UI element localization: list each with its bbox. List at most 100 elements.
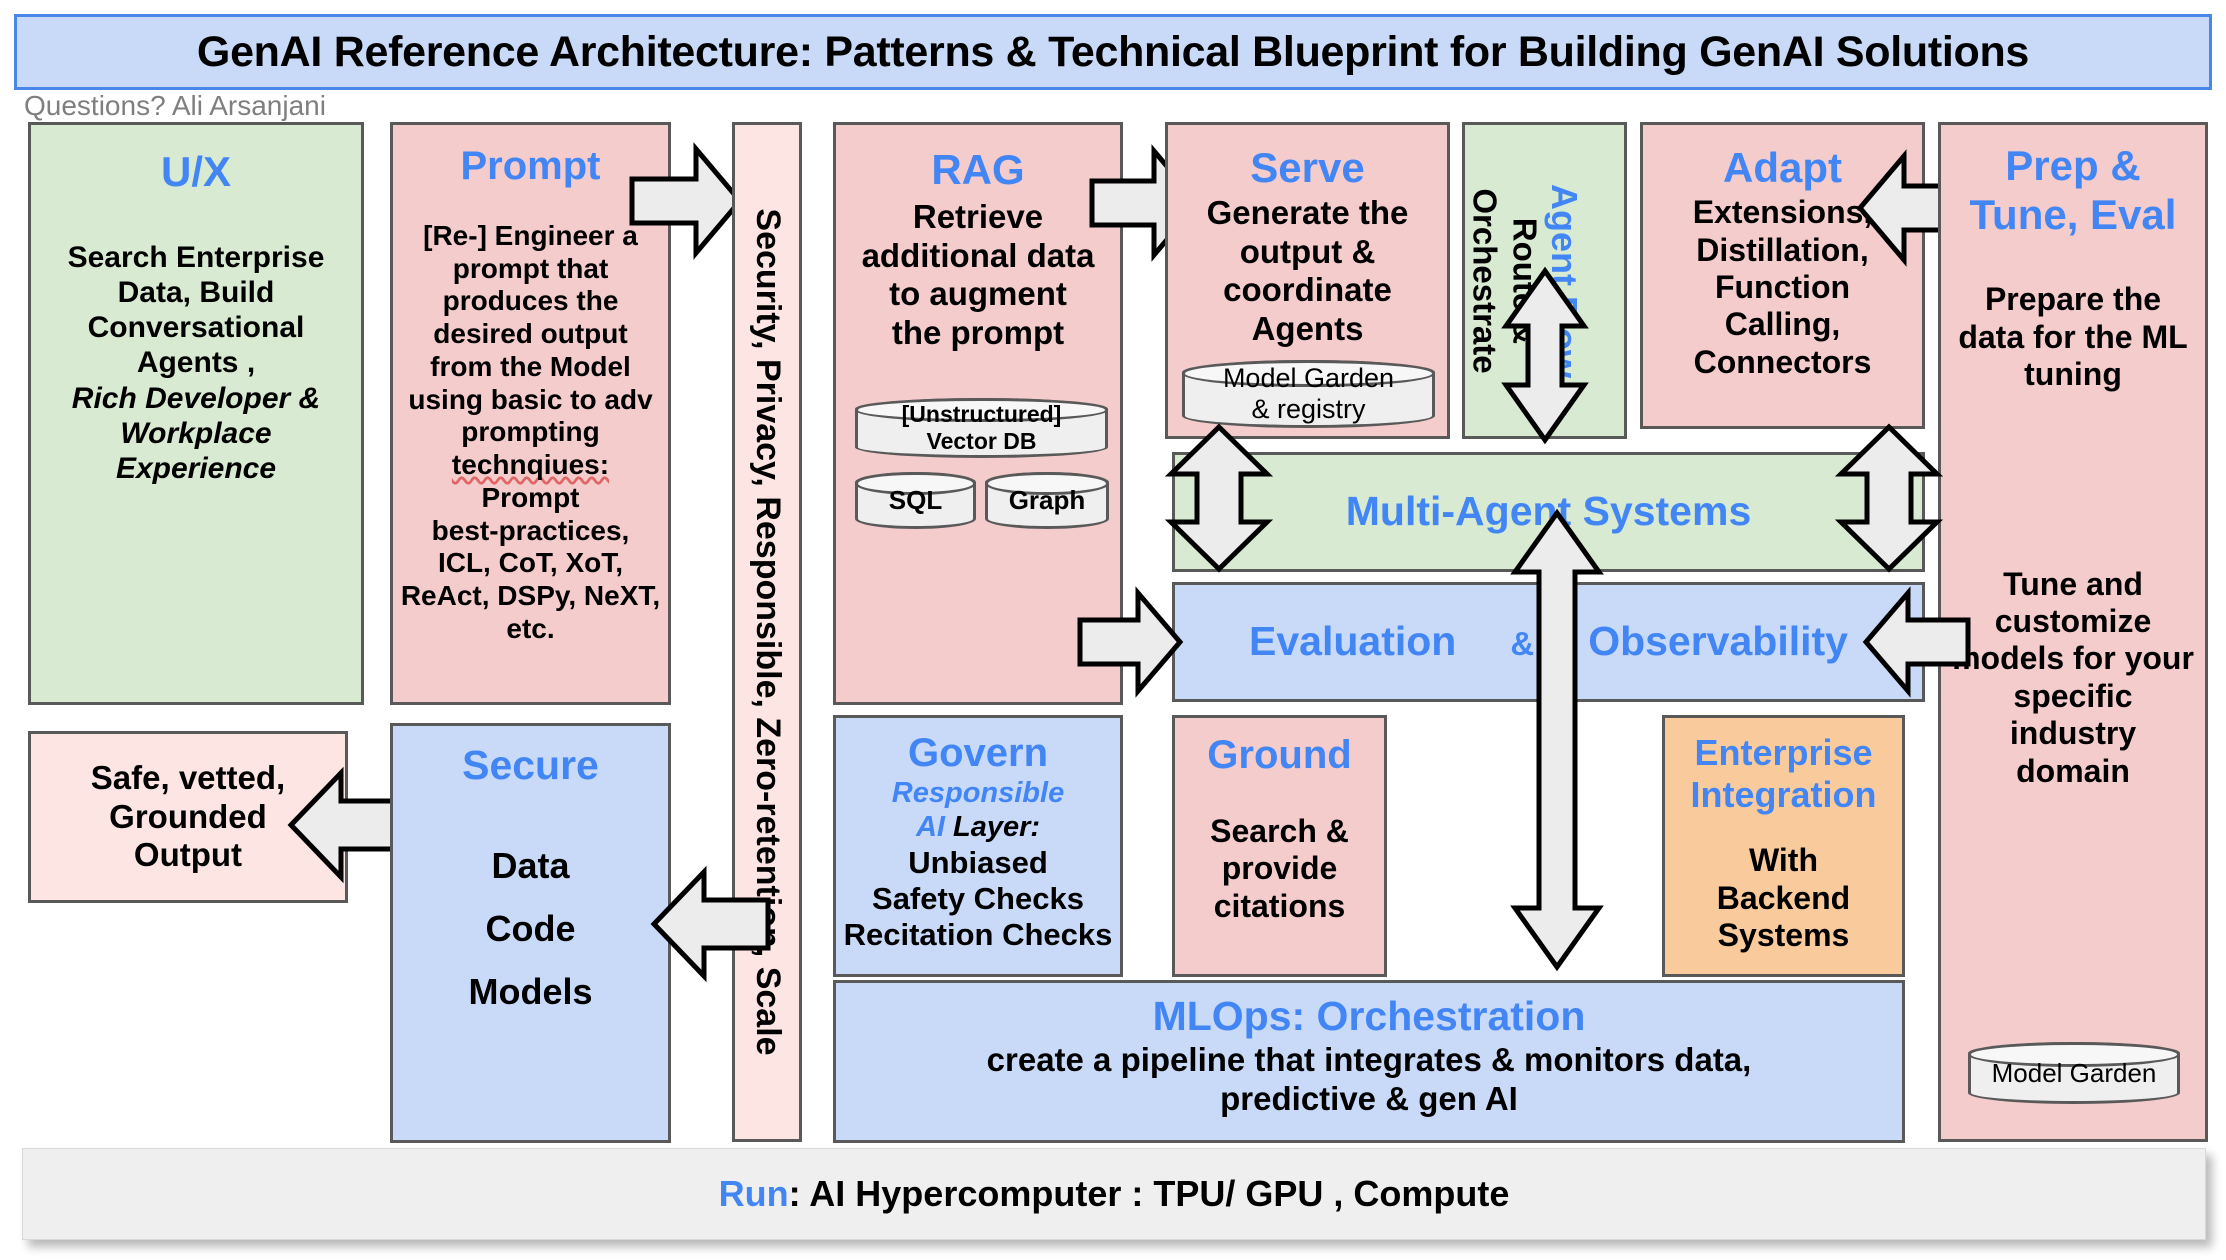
panel-adapt-body: Extensions, Distillation, Function Calli…: [1693, 194, 1873, 381]
db-model-garden-label: Model Garden: [1991, 1057, 2157, 1088]
safe-line-2: Grounded: [109, 797, 267, 835]
arrow-rag-to-evaluation: [1077, 586, 1184, 698]
panel-secure-heading: Secure: [462, 742, 599, 788]
panel-run: Run : AI Hypercomputer : TPU/ GPU , Comp…: [22, 1148, 2206, 1240]
ux-line-4: Agents ,: [136, 346, 256, 380]
prompt-line-12: ReAct, DSPy, NeXT,: [400, 580, 661, 612]
ux-line-3: Conversational: [87, 311, 305, 345]
prep-heading-line-2: Tune, Eval: [1969, 191, 2177, 239]
ground-line-3: citations: [1213, 887, 1346, 924]
prompt-line-6: using basic to adv: [408, 383, 653, 415]
rag-line-3: to augment: [889, 275, 1067, 313]
serve-line-1: Generate the: [1206, 194, 1409, 232]
mlops-line-1: create a pipeline that integrates & moni…: [986, 1040, 1752, 1078]
prompt-line-11: ICL, CoT, XoT,: [437, 547, 624, 579]
panel-mlops-heading: MLOps: Orchestration: [1152, 993, 1586, 1039]
panel-prep-heading: Prep & Tune, Eval: [1970, 141, 2177, 239]
govern-sub-line-1: Responsible: [891, 776, 1065, 809]
run-accent-label: Run: [718, 1173, 789, 1214]
prompt-line-5: from the Model: [430, 350, 631, 382]
prep-line-7: specific: [2013, 677, 2133, 714]
ground-line-1: Search &: [1210, 812, 1349, 849]
adapt-line-5: Connectors: [1693, 343, 1872, 380]
panel-ground-heading: Ground: [1207, 733, 1352, 777]
page-title: GenAI Reference Architecture: Patterns &…: [14, 14, 2212, 90]
panel-security: Security, Privacy, Responsible, Zero-ret…: [732, 122, 802, 1142]
panel-prep-body-bottom: Tune and customize models for your speci…: [1952, 566, 2194, 791]
panel-govern-heading: Govern: [907, 731, 1049, 775]
secure-line-1: Data: [491, 844, 570, 886]
db-vector-line-2: Vector DB: [926, 428, 1037, 454]
govern-line-3: Recitation Checks: [843, 917, 1113, 953]
panel-ground: Ground Search & provide citations: [1172, 715, 1387, 977]
panel-serve-body: Generate the output & coordinate Agents: [1207, 194, 1409, 348]
panel-safe-output-body: Safe, vetted, Grounded Output: [91, 759, 285, 875]
db-model-garden-registry-label: Model Garden & registry: [1217, 363, 1400, 425]
prep-line-8: industry: [2009, 715, 2137, 752]
panel-secure-body: Data Code Models: [468, 834, 592, 1023]
db-mg-line-2: & registry: [1251, 394, 1366, 424]
db-graph-label: Graph: [1008, 485, 1086, 515]
diagram-canvas: GenAI Reference Architecture: Patterns &…: [0, 0, 2226, 1260]
db-vector: [Unstructured] Vector DB: [855, 398, 1108, 458]
prep-line-5: customize: [1994, 603, 2152, 639]
panel-enterprise-body: With Backend Systems: [1717, 842, 1850, 954]
prep-line-9: domain: [2016, 752, 2130, 789]
ux-line-5: Rich Developer &: [71, 381, 321, 415]
adapt-line-1: Extensions,: [1692, 194, 1873, 231]
arrow-security-to-secure: [650, 865, 771, 983]
arrow-prep-to-observability: [1862, 586, 1971, 698]
serve-line-2: output &: [1239, 232, 1376, 270]
govern-sub-ai: AI: [915, 810, 945, 843]
prep-line-3: tuning: [2024, 356, 2122, 393]
byline: Questions? Ali Arsanjani: [24, 90, 326, 121]
panel-ux: U/X Search Enterprise Data, Build Conver…: [28, 122, 364, 705]
panel-rag-heading: RAG: [931, 146, 1025, 193]
panel-rag-body: Retrieve additional data to augment the …: [862, 198, 1095, 352]
safe-line-3: Output: [133, 836, 243, 874]
observability-label: Observability: [1588, 618, 1848, 665]
prompt-line-13: etc.: [506, 612, 555, 644]
panel-govern-body: Unbiased Safety Checks Recitation Checks: [844, 845, 1113, 954]
prompt-line-4: desired output: [433, 318, 628, 350]
db-sql-label: SQL: [888, 485, 943, 515]
panel-serve-heading: Serve: [1250, 144, 1365, 191]
panel-prep-body-top: Prepare the data for the ML tuning: [1958, 281, 2187, 393]
arrow-agentflow-vertical-top: [1500, 266, 1590, 445]
prompt-line-7: prompting: [461, 416, 600, 448]
panel-mlops: MLOps: Orchestration create a pipeline t…: [833, 980, 1905, 1143]
mlops-line-2: predictive & gen AI: [1220, 1079, 1518, 1117]
db-vector-line-1: [Unstructured]: [901, 401, 1062, 427]
db-model-garden: Model Garden: [1968, 1042, 2180, 1104]
arrow-prompt-to-security: [629, 142, 744, 260]
ground-line-2: provide: [1221, 850, 1338, 887]
panel-ux-body: Search Enterprise Data, Build Conversati…: [68, 240, 325, 486]
panel-mlops-body: create a pipeline that integrates & moni…: [987, 1041, 1752, 1118]
panel-prep-tune-eval: Prep & Tune, Eval Prepare the data for t…: [1938, 122, 2208, 1142]
prep-line-6: models for your: [1952, 640, 2194, 677]
db-graph: Graph: [985, 472, 1109, 529]
arrow-adapt-multiagent-right: [1833, 423, 1945, 573]
prompt-line-10: best-practices,: [431, 514, 630, 546]
safe-line-1: Safe, vetted,: [90, 759, 286, 797]
panel-ux-heading: U/X: [160, 148, 231, 195]
enterprise-line-2: Backend: [1716, 879, 1851, 916]
arrow-secure-to-safe-output: [287, 766, 408, 884]
prep-heading-line-1: Prep &: [2005, 142, 2141, 189]
prep-line-2: data for the ML: [1958, 318, 2188, 355]
prompt-line-1: [Re-] Engineer a: [423, 219, 638, 251]
adapt-line-2: Distillation,: [1696, 231, 1869, 268]
panel-prompt-body: [Re-] Engineer a prompt that produces th…: [401, 220, 660, 646]
panel-govern-sub: Responsible AI Layer:: [892, 777, 1064, 845]
govern-line-2: Safety Checks: [872, 880, 1084, 916]
rag-line-1: Retrieve: [912, 198, 1044, 236]
prompt-line-9: Prompt: [481, 481, 580, 513]
panel-agent-flow-sub-b: Orchestrate: [1466, 187, 1504, 374]
prompt-line-8: technqiues:: [451, 449, 610, 481]
run-rest-label: : AI Hypercomputer : TPU/ GPU , Compute: [788, 1173, 1510, 1214]
enterprise-line-3: Systems: [1717, 917, 1850, 954]
rag-line-2: additional data: [861, 236, 1095, 274]
panel-govern: Govern Responsible AI Layer: Unbiased Sa…: [833, 715, 1123, 977]
db-mg-line-1: Model Garden: [1222, 363, 1395, 393]
panel-prompt: Prompt [Re-] Engineer a prompt that prod…: [390, 122, 671, 705]
